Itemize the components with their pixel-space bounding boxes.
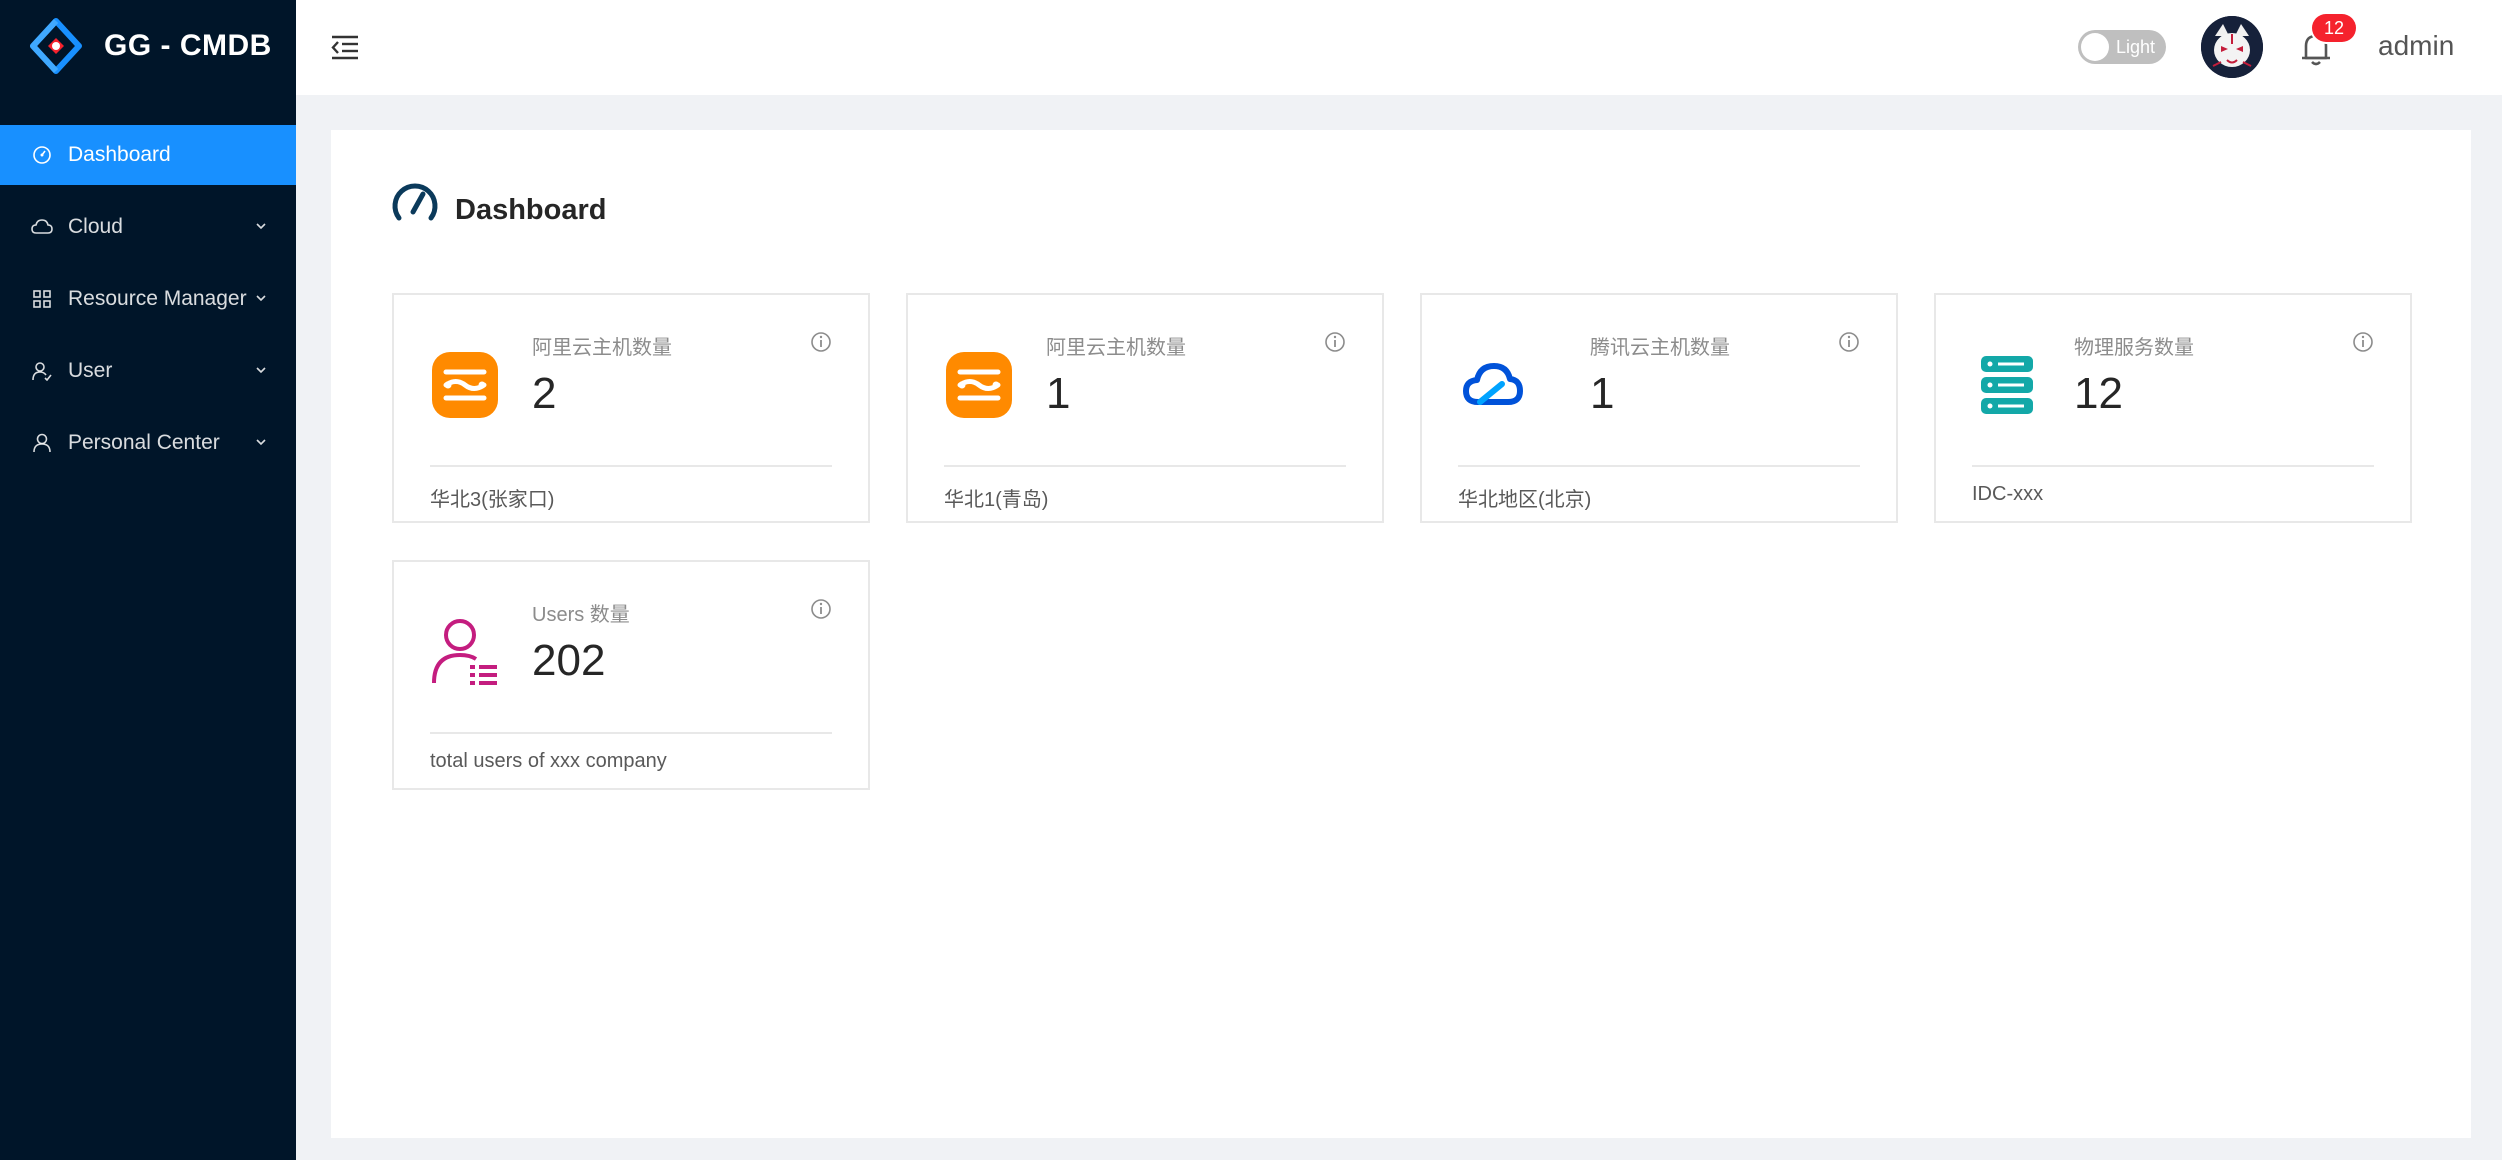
card-value: 12 [2074,369,2123,418]
info-icon[interactable] [1324,331,1346,353]
toggle-knob [2081,33,2109,61]
top-header: Light 12 admin [296,0,2502,95]
chevron-down-icon [256,367,266,374]
sidebar-item-label: Cloud [68,215,123,238]
stat-card-aliyun-qingdao: 阿里云主机数量 1 华北1(青岛) [906,293,1384,523]
app-logo[interactable]: GG - CMDB [30,18,272,74]
menu-collapse-icon[interactable] [330,32,360,62]
card-value: 2 [532,369,557,418]
card-title: 物理服务数量 [2074,337,2194,359]
stat-card-users: Users 数量 202 total users of xxx company [392,560,870,790]
sidebar-item-label: Personal Center [68,431,220,454]
sidebar-item-label: Dashboard [68,143,171,166]
sidebar-item-label: Resource Manager [68,287,247,310]
theme-toggle-label: Light [2116,37,2156,57]
card-title: 阿里云主机数量 [1046,337,1186,359]
sidebar-menu: Dashboard Cloud Resource Manager User Pe… [0,125,296,485]
avatar[interactable] [2201,16,2263,78]
dashboard-gauge-icon [392,183,438,221]
sidebar: GG - CMDB Dashboard Cloud Resource Manag… [0,0,296,1160]
avatar-image [2201,16,2263,78]
card-divider [430,732,832,734]
app-title: GG - CMDB [104,29,272,62]
info-icon[interactable] [810,331,832,353]
card-value: 1 [1590,369,1615,418]
card-title: Users 数量 [532,604,630,626]
sidebar-item-dashboard[interactable]: Dashboard [0,125,296,185]
sidebar-item-user[interactable]: User [0,341,296,401]
card-footer: total users of xxx company [430,750,667,772]
info-icon[interactable] [2352,331,2374,353]
aliyun-icon [432,352,498,418]
chevron-down-icon [256,439,266,446]
card-divider [1972,465,2374,467]
tencent-cloud-icon [1463,363,1523,405]
logo-icon [30,18,82,74]
grid-icon [30,287,54,311]
card-title: 阿里云主机数量 [532,337,672,359]
info-icon[interactable] [810,598,832,620]
card-value: 202 [532,636,606,685]
username[interactable]: admin [2378,30,2454,62]
card-value: 1 [1046,369,1071,418]
theme-toggle[interactable]: Light [2078,30,2166,64]
stat-card-tencent-beijing: 腾讯云主机数量 1 华北地区(北京) [1420,293,1898,523]
server-icon [1981,356,2033,414]
card-title: 腾讯云主机数量 [1590,337,1730,359]
chevron-down-icon [256,295,266,302]
card-footer: 华北1(青岛) [944,489,1049,511]
card-footer: 华北地区(北京) [1458,489,1592,511]
page-title: Dashboard [455,193,607,226]
main-content: Dashboard 阿里云主机数量 2 华北3(张家口) 阿里云主机数量 1 华… [331,130,2471,1138]
page-header: Dashboard [391,180,606,228]
sidebar-item-personal-center[interactable]: Personal Center [0,413,296,473]
aliyun-icon [946,352,1012,418]
stat-card-physical-servers: 物理服务数量 12 IDC-xxx [1934,293,2412,523]
person-icon [30,431,54,455]
notification-badge: 12 [2312,14,2356,42]
users-list-icon [432,619,497,685]
card-footer: 华北3(张家口) [430,489,555,511]
sidebar-item-label: User [68,359,113,382]
card-footer: IDC-xxx [1972,483,2044,505]
user-icon [30,359,54,383]
info-icon[interactable] [1838,331,1860,353]
card-divider [430,465,832,467]
dashboard-icon [30,143,54,167]
card-divider [1458,465,1860,467]
sidebar-item-cloud[interactable]: Cloud [0,197,296,257]
card-divider [944,465,1346,467]
stat-card-aliyun-zhangjiakou: 阿里云主机数量 2 华北3(张家口) [392,293,870,523]
chevron-down-icon [256,223,266,230]
sidebar-item-resource-manager[interactable]: Resource Manager [0,269,296,329]
cloud-icon [30,215,54,239]
